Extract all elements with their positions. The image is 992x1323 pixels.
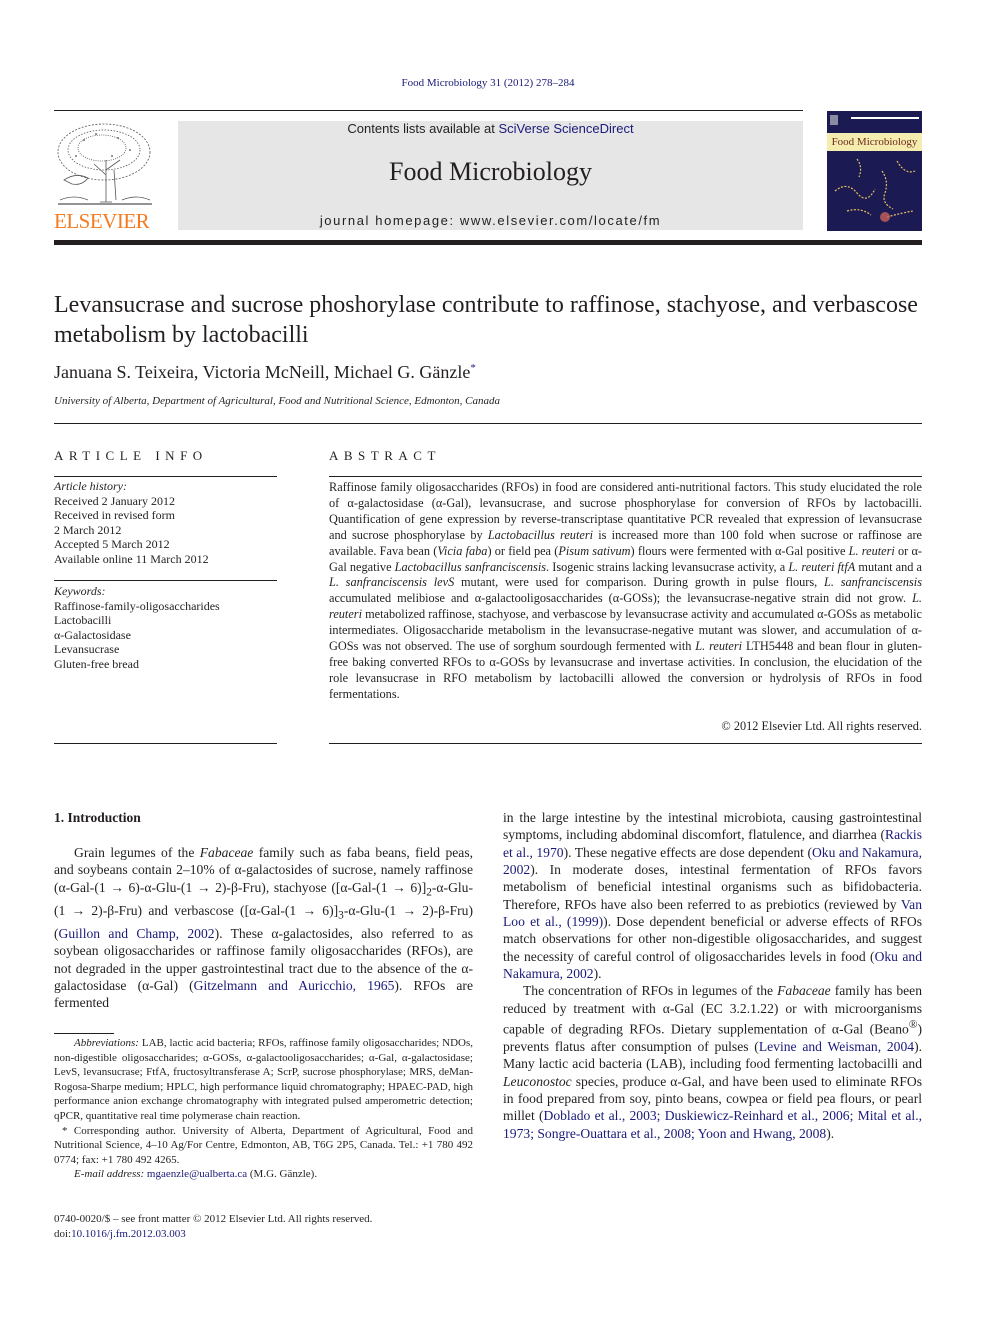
text-run: ). xyxy=(593,966,602,982)
abbreviations-footnote: Abbreviations: LAB, lactic acid bacteria… xyxy=(54,1036,473,1124)
body-column-right: in the large intestine by the intestinal… xyxy=(503,809,922,1142)
text-run: ). These negative effects are dose depen… xyxy=(563,844,812,860)
italic-text: L. reuteri xyxy=(848,543,895,558)
journal-name: Food Microbiology xyxy=(389,157,592,186)
italic-text: Vicia faba xyxy=(437,543,488,558)
history-item: 2 March 2012 xyxy=(54,522,122,537)
history-item: Received in revised form xyxy=(54,508,175,522)
italic-text: L. reuteri xyxy=(695,639,743,654)
text-run: ) or field pea ( xyxy=(487,543,559,558)
italic-text: Abbreviations: xyxy=(74,1037,139,1049)
contents-line: Contents lists available at SciVerse Sci… xyxy=(178,121,803,137)
contents-prefix: Contents lists available at xyxy=(347,121,499,136)
journal-banner: Contents lists available at SciVerse Sci… xyxy=(178,121,803,230)
cover-publisher-icon xyxy=(830,115,838,125)
header-rule xyxy=(54,110,803,111)
front-matter: 0740-0020/$ – see front matter © 2012 El… xyxy=(54,1212,372,1241)
keyword: α-Galactosidase xyxy=(54,627,131,642)
text-run: mutant, were used for comparison. During… xyxy=(454,575,825,590)
header-thick-rule xyxy=(54,240,922,245)
text-run: ) flours were fermented with α-Gal posit… xyxy=(630,543,849,558)
history-label: Article history: xyxy=(54,479,127,493)
divider xyxy=(54,423,922,424)
italic-text: Lactobacillus sanfranciscensis xyxy=(394,559,547,574)
keywords: Keywords: Raffinose-family-oligosacchari… xyxy=(54,584,277,671)
text-run: LAB, lactic acid bacteria; RFOs, raffino… xyxy=(54,1037,473,1122)
author-list: Januana S. Teixeira, Victoria McNeill, M… xyxy=(54,362,476,383)
text-run: ). xyxy=(826,1125,835,1141)
journal-citation-link[interactable]: Food Microbiology 31 (2012) 278–284 xyxy=(0,77,976,89)
history-item: Available online 11 March 2012 xyxy=(54,551,209,566)
text-run: . Isogenic strains lacking levansucrase … xyxy=(546,559,789,574)
text-run: The concentration of RFOs in legumes of … xyxy=(523,983,778,999)
citation-link[interactable]: Doblado et al., 2003; Duskiewicz-Reinhar… xyxy=(503,1108,922,1140)
text-run: Grain legumes of the xyxy=(74,845,200,860)
abstract-text: Raffinose family oligosaccharides (RFOs)… xyxy=(329,480,922,703)
keyword: Raffinose-family-oligosaccharides xyxy=(54,598,220,613)
footnote-rule xyxy=(54,1033,114,1034)
email-label: E-mail address: xyxy=(74,1168,145,1181)
body-paragraph: in the large intestine by the intestinal… xyxy=(503,809,922,982)
text-run: mutant and a xyxy=(855,559,923,574)
divider xyxy=(54,580,277,581)
divider xyxy=(54,743,277,744)
text-run: ). In moderate doses, intestinal ferment… xyxy=(503,862,922,912)
email-suffix: (M.G. Gänzle). xyxy=(247,1168,318,1181)
body-paragraph: Grain legumes of the Fabaceae family suc… xyxy=(54,844,473,1012)
elsevier-logo[interactable]: ELSEVIER xyxy=(54,120,156,232)
keyword: Gluten-free bread xyxy=(54,656,139,671)
history-item: Received 2 January 2012 xyxy=(54,493,175,508)
history-item: Accepted 5 March 2012 xyxy=(54,537,170,551)
cover-micrograph-icon xyxy=(834,158,916,222)
cover-bar xyxy=(851,117,919,119)
corresponding-author-mark[interactable]: * xyxy=(470,362,476,374)
divider xyxy=(329,743,922,744)
doi-line: doi:10.1016/j.fm.2012.03.003 xyxy=(54,1227,372,1242)
italic-text: Lactobacillus reuteri xyxy=(487,527,594,542)
text-run: accumulated melibiose and α-galactooligo… xyxy=(329,591,913,606)
citation-link[interactable]: Levine and Weisman, 2004 xyxy=(759,1039,914,1054)
elsevier-tree-icon xyxy=(57,123,152,205)
email-link[interactable]: mgaenzle@ualberta.ca xyxy=(147,1168,247,1180)
article-title: Levansucrase and sucrose phoshorylase co… xyxy=(54,292,918,348)
authors: Januana S. Teixeira, Victoria McNeill, M… xyxy=(54,362,471,382)
italic-text: Leuconostoc xyxy=(503,1073,572,1089)
affiliation: University of Alberta, Department of Agr… xyxy=(54,395,500,407)
italic-text: L. sanfranciscensis levS xyxy=(329,575,455,590)
italic-text: Fabaceae xyxy=(777,983,831,999)
cover-title: Food Microbiology xyxy=(827,133,922,151)
article-info-heading: ARTICLE INFO xyxy=(54,448,208,463)
keyword: Lactobacilli xyxy=(54,613,112,627)
italic-text: L. reuteri ftfA xyxy=(788,559,856,574)
italic-text: L. sanfranciscensis xyxy=(824,575,923,590)
abstract-heading: ABSTRACT xyxy=(329,448,441,463)
doi-link[interactable]: 10.1016/j.fm.2012.03.003 xyxy=(71,1228,186,1240)
body-paragraph: The concentration of RFOs in legumes of … xyxy=(503,982,922,1142)
corresponding-author-footnote: * Corresponding author. University of Al… xyxy=(54,1124,473,1166)
footnotes: Abbreviations: LAB, lactic acid bacteria… xyxy=(54,1036,473,1182)
body-column-left: Grain legumes of the Fabaceae family suc… xyxy=(54,844,473,1012)
citation-link[interactable]: Gitzelmann and Auricchio, 1965 xyxy=(194,978,395,993)
italic-text: Pisum sativum xyxy=(558,543,631,558)
sciencedirect-link[interactable]: SciVerse ScienceDirect xyxy=(498,121,633,136)
elsevier-wordmark: ELSEVIER xyxy=(54,209,150,233)
citation-link[interactable]: Guillon and Champ, 2002 xyxy=(59,926,215,941)
email-footnote: E-mail address: mgaenzle@ualberta.ca (M.… xyxy=(54,1167,473,1182)
journal-homepage-link[interactable]: journal homepage: www.elsevier.com/locat… xyxy=(178,213,803,228)
article-history: Article history: Received 2 January 2012… xyxy=(54,479,277,566)
journal-cover-image[interactable]: Food Microbiology xyxy=(827,111,922,231)
italic-text: Fabaceae xyxy=(199,845,254,860)
text-run: in the large intestine by the intestinal… xyxy=(503,810,922,843)
keywords-label: Keywords: xyxy=(54,584,106,598)
section-heading-introduction: 1. Introduction xyxy=(54,810,141,825)
divider xyxy=(54,476,277,477)
doi-prefix: doi: xyxy=(54,1227,72,1240)
keyword: Levansucrase xyxy=(54,642,120,656)
issn-line: 0740-0020/$ – see front matter © 2012 El… xyxy=(54,1213,373,1225)
divider xyxy=(329,476,922,477)
abstract-copyright: © 2012 Elsevier Ltd. All rights reserved… xyxy=(721,719,922,733)
